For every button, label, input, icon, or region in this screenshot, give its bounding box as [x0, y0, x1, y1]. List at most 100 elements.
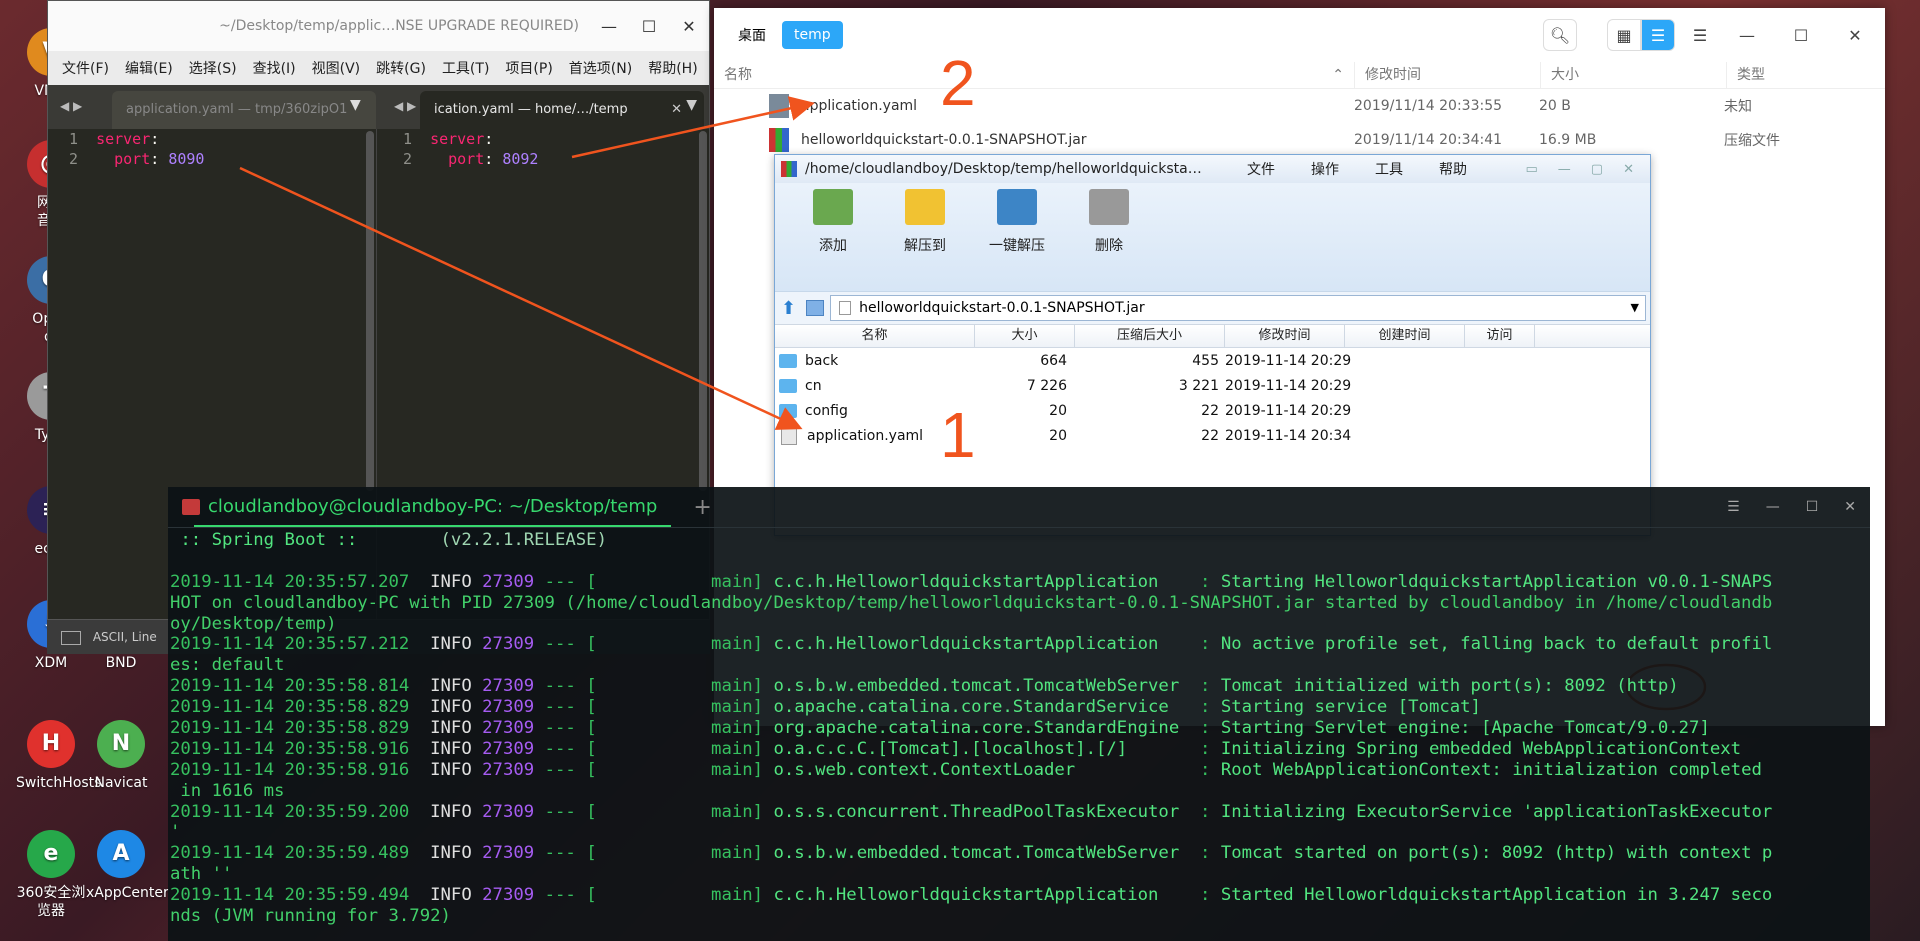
file-size: 20 B	[1539, 98, 1571, 114]
col-name-label: 名称	[724, 67, 752, 83]
archive-entry-packed: 22	[1201, 427, 1219, 444]
toolbar-button[interactable]: 删除	[1063, 183, 1155, 255]
minimize-icon[interactable]: —	[589, 17, 629, 36]
maximize-icon[interactable]: ▢	[1591, 162, 1603, 177]
close-icon[interactable]: ✕	[1844, 499, 1856, 515]
editor-titlebar[interactable]: ~/Desktop/temp/applic…NSE UPGRADE REQUIR…	[48, 1, 709, 51]
minimize-icon[interactable]: —	[1558, 162, 1571, 177]
close-icon[interactable]: ✕	[669, 17, 709, 36]
archive-menu-item[interactable]: 帮助	[1439, 159, 1467, 179]
file-list: application.yaml 2019/11/14 20:33:55 20 B 未…	[714, 89, 1885, 157]
yaml-value: 8092	[502, 150, 539, 168]
tab-nav-arrows-icon[interactable]: ◀ ▶	[394, 99, 416, 113]
archive-column-header[interactable]: 访问	[1465, 325, 1535, 347]
editor-tabbar: ◀ ▶ application.yaml — tmp/360zipO1 ▼ ◀ …	[48, 85, 709, 129]
add-icon	[813, 189, 853, 225]
tab-left-file[interactable]: application.yaml — tmp/360zipO1	[112, 91, 376, 129]
col-type[interactable]: 类型	[1727, 62, 1867, 88]
toolbar-button[interactable]: 一键解压	[971, 183, 1063, 255]
col-size[interactable]: 大小	[1541, 62, 1727, 88]
toolbar-button[interactable]: 解压到	[879, 183, 971, 255]
dropdown-icon[interactable]: ▼	[350, 97, 361, 113]
archive-column-header[interactable]: 大小	[975, 325, 1075, 347]
tab-close-icon[interactable]: ✕	[671, 91, 682, 129]
up-arrow-icon[interactable]: ⬆	[781, 298, 796, 319]
col-modified[interactable]: 修改时间	[1355, 62, 1541, 88]
scrollbar[interactable]	[366, 131, 374, 491]
tab-right-file[interactable]: ication.yaml — home/…/temp ✕	[420, 91, 704, 129]
breadcrumb-temp[interactable]: temp	[782, 21, 843, 49]
archive-column-header[interactable]: 创建时间	[1345, 325, 1465, 347]
desktop-icon[interactable]: AxAppCenter	[86, 830, 169, 902]
menu-item[interactable]: 项目(P)	[497, 58, 560, 78]
desktop-icon[interactable]: e 360安全浏览器	[16, 830, 86, 920]
search-icon[interactable]: 🔍︎	[1543, 19, 1577, 51]
minimize-icon[interactable]: —	[1725, 26, 1769, 45]
breadcrumb-desktop[interactable]: 桌面	[726, 19, 778, 51]
close-icon[interactable]: ✕	[1833, 26, 1877, 45]
terminal-line: 2019-11-14 20:35:58.814 INFO 27309 --- […	[170, 676, 1679, 697]
dropdown-icon[interactable]: ▼	[686, 97, 697, 113]
maximize-icon[interactable]: ☐	[1806, 499, 1819, 515]
chat-icon[interactable]: ▭	[1526, 162, 1538, 177]
archive-menu-item[interactable]: 文件	[1247, 159, 1275, 179]
archive-column-header[interactable]: 名称	[775, 325, 975, 347]
maximize-icon[interactable]: ☐	[629, 17, 669, 36]
archive-column-header[interactable]: 修改时间	[1225, 325, 1345, 347]
app-icon: A	[97, 830, 145, 878]
archive-row[interactable]: cn 7 226 3 221 2019-11-14 20:29	[775, 373, 1650, 398]
menu-item[interactable]: 查找(I)	[245, 58, 304, 78]
file-modified: 2019/11/14 20:34:41	[1354, 132, 1503, 148]
terminal-line: oy/Desktop/temp)	[170, 613, 337, 634]
menu-item[interactable]: 编辑(E)	[117, 58, 181, 78]
desktop-icon[interactable]: H SwitchHosts	[16, 720, 101, 792]
menu-item[interactable]: 帮助(H)	[640, 58, 705, 78]
archive-titlebar[interactable]: /home/cloudlandboy/Desktop/temp/hellowor…	[775, 155, 1650, 183]
scrollbar[interactable]	[699, 131, 707, 491]
file-row[interactable]: helloworldquickstart-0.0.1-SNAPSHOT.jar 2…	[714, 123, 1885, 157]
view-toggle-icon[interactable]	[806, 300, 825, 316]
archive-row[interactable]: back 664 455 2019-11-14 20:29	[775, 348, 1650, 373]
editor-pane-left[interactable]: 1 server: 2 port: 8090	[48, 129, 370, 169]
menu-item[interactable]: 选择(S)	[181, 58, 245, 78]
menu-item[interactable]: 首选项(N)	[561, 58, 640, 78]
archive-menu-item[interactable]: 操作	[1311, 159, 1339, 179]
terminal-tab[interactable]: cloudlandboy@cloudlandboy-PC: ~/Desktop/…	[194, 487, 672, 527]
terminal-line: 2019-11-14 20:35:59.200 INFO 27309 --- […	[170, 801, 1773, 822]
toolbar-button[interactable]: 添加	[787, 183, 879, 255]
menu-item[interactable]: 文件(F)	[54, 58, 117, 78]
close-icon[interactable]: ✕	[1623, 162, 1634, 177]
new-tab-icon[interactable]: +	[693, 495, 711, 520]
archive-entry-size: 20	[1049, 427, 1067, 444]
icon-view-icon[interactable]: ▦	[1607, 19, 1641, 51]
line-number: 2	[402, 150, 412, 168]
archive-row[interactable]: config 20 22 2019-11-14 20:29	[775, 398, 1650, 423]
minimize-icon[interactable]: —	[1766, 499, 1780, 515]
editor-pane-right[interactable]: 1 server: 2 port: 8092	[382, 129, 704, 169]
archive-column-header[interactable]: 压缩后大小	[1075, 325, 1225, 347]
menu-item[interactable]: 工具(T)	[434, 58, 497, 78]
menu-item[interactable]: 跳转(G)	[368, 58, 434, 78]
file-row[interactable]: application.yaml 2019/11/14 20:33:55 20 B 未…	[714, 89, 1885, 123]
desktop-icon[interactable]: N Navicat	[86, 720, 156, 792]
code-line: 2 port: 8090	[48, 149, 370, 169]
app-icon: N	[97, 720, 145, 768]
menu-icon[interactable]: ☰	[1727, 499, 1740, 515]
menu-icon[interactable]: ☰	[1685, 26, 1715, 45]
terminal-line: ath ''	[170, 864, 233, 885]
archive-row[interactable]: application.yaml 20 22 2019-11-14 20:34	[775, 423, 1650, 448]
terminal-line: 2019-11-14 20:35:58.829 INFO 27309 --- […	[170, 697, 1481, 718]
tab-nav-arrows-icon[interactable]: ◀ ▶	[60, 99, 82, 113]
list-view-icon[interactable]: ☰	[1641, 19, 1675, 51]
terminal-output[interactable]: :: Spring Boot :: (v2.2.1.RELEASE) 2019-1…	[168, 528, 1870, 927]
terminal-line: 2019-11-14 20:35:58.916 INFO 27309 --- […	[170, 738, 1742, 759]
terminal-window[interactable]: cloudlandboy@cloudlandboy-PC: ~/Desktop/…	[168, 487, 1870, 941]
archive-manager-window[interactable]: /home/cloudlandboy/Desktop/temp/hellowor…	[774, 154, 1651, 536]
menu-item[interactable]: 视图(V)	[304, 58, 369, 78]
file-type: 压缩文件	[1724, 133, 1780, 149]
col-name[interactable]: 名称 ⌃	[714, 62, 1355, 88]
chevron-down-icon[interactable]: ▼	[1631, 296, 1639, 320]
maximize-icon[interactable]: ☐	[1779, 26, 1823, 45]
archive-menu-item[interactable]: 工具	[1375, 159, 1403, 179]
archive-path-field[interactable]: helloworldquickstart-0.0.1-SNAPSHOT.jar …	[830, 295, 1646, 321]
